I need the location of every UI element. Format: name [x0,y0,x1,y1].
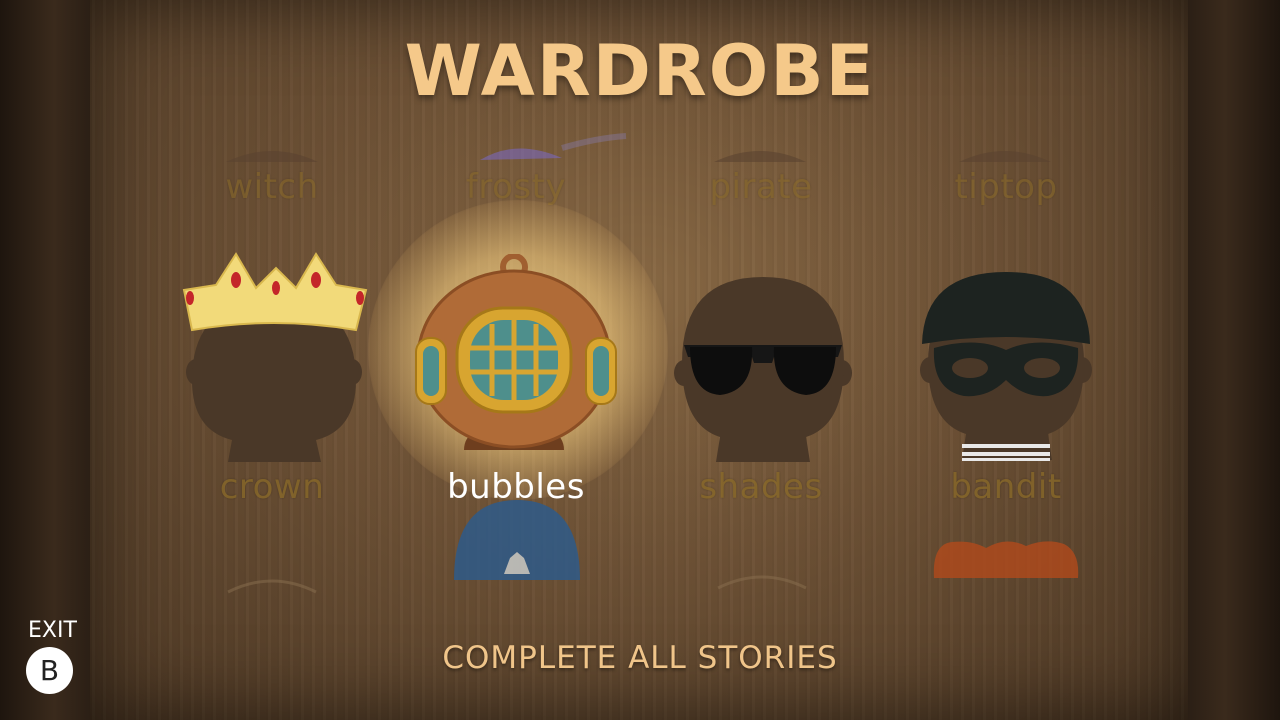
item-label-witch[interactable]: witch [152,167,392,207]
pirate-hat-icon[interactable] [710,140,810,164]
crown-icon[interactable] [176,250,372,465]
exit-button[interactable]: B [26,647,73,694]
item-label-shades[interactable]: shades [641,467,881,507]
diving-helmet-icon[interactable] [412,254,624,464]
page-title: WARDROBE [404,30,876,112]
item-label-tiptop[interactable]: tiptop [886,167,1126,207]
sunglasses-icon[interactable] [670,275,856,465]
item-label-bandit[interactable]: bandit [886,467,1126,507]
bandit-mask-icon[interactable] [916,272,1096,464]
frosty-hat-icon[interactable] [466,130,636,166]
row3-blue-cap-icon[interactable] [452,500,582,584]
row3-hat-icon-2[interactable] [712,570,812,590]
tophat-icon[interactable] [955,140,1055,164]
row3-hat-icon[interactable] [222,574,322,594]
witch-hat-icon[interactable] [222,140,322,164]
item-label-pirate[interactable]: pirate [641,167,881,207]
unlock-hint: COMPLETE ALL STORIES [442,640,838,676]
row3-orange-hair-icon[interactable] [932,538,1080,582]
item-label-crown[interactable]: crown [152,467,392,507]
exit-label: EXIT [28,618,77,643]
